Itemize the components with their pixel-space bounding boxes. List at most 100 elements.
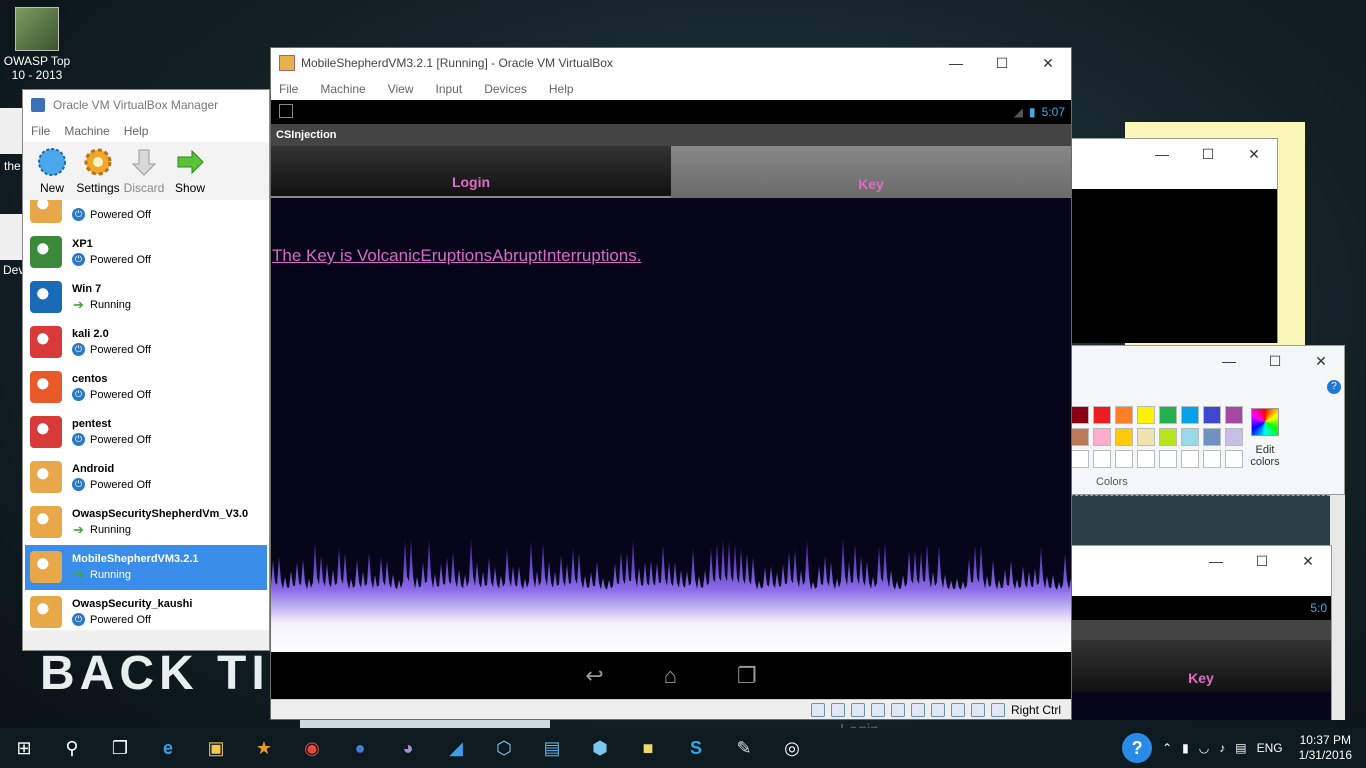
settings-button[interactable]: Settings [75, 142, 121, 200]
battery-icon[interactable]: ▮ [1182, 741, 1189, 755]
notification-icon[interactable]: ▤ [1235, 741, 1246, 755]
vm-window[interactable]: MobileShepherdVM3.2.1 [Running] - Oracle… [270, 47, 1072, 720]
menu-help[interactable]: Help [549, 82, 574, 96]
hard-disk-icon[interactable] [810, 702, 825, 717]
help-icon[interactable]: ? [1122, 733, 1153, 763]
discard-arrow-icon [128, 146, 160, 178]
menu-file[interactable]: File [279, 82, 298, 96]
shared-folders-icon[interactable] [890, 702, 905, 717]
file-explorer-icon[interactable]: ▣ [192, 728, 240, 768]
vm-list-item[interactable]: Android ⏻ Powered Off [25, 455, 267, 500]
task-view-icon[interactable]: ❐ [96, 728, 144, 768]
vm-name: OwaspSecurityShepherdVm_V3.0 [72, 508, 249, 520]
menu-machine[interactable]: Machine [64, 124, 109, 138]
menu-input[interactable]: Input [436, 82, 463, 96]
close-icon[interactable]: ✕ [1025, 48, 1071, 78]
background-emulator-window[interactable]: — ☐ ✕ 5:0 Key [1070, 545, 1332, 720]
volume-icon[interactable]: ♪ [1219, 741, 1225, 755]
minimize-icon[interactable]: — [1139, 139, 1185, 169]
close-icon[interactable]: ✕ [1298, 346, 1344, 376]
desktop-icon-owasp[interactable]: OWASP Top 10 - 2013 [0, 0, 74, 82]
vm-list[interactable]: ⏻ Powered Off XP1 ⏻ Powered Off Win 7 ➔ Running… [23, 200, 269, 630]
clock[interactable]: 10:37 PM 1/31/2016 [1299, 733, 1352, 763]
minimize-icon[interactable]: — [1193, 546, 1239, 576]
home-icon[interactable]: ⌂ [664, 663, 677, 689]
desktop-icon-label: OWASP Top 10 - 2013 [3, 54, 71, 82]
tab-key[interactable]: Key [671, 146, 1071, 198]
paint-icon[interactable]: ✎ [720, 728, 768, 768]
app-icon[interactable]: ▤ [528, 728, 576, 768]
vm-list-item[interactable]: Win 7 ➔ Running [25, 275, 267, 320]
maximize-icon[interactable]: ☐ [1252, 346, 1298, 376]
edge-icon[interactable]: e [144, 728, 192, 768]
network-icon[interactable] [850, 702, 865, 717]
minimize-icon[interactable]: — [1206, 346, 1252, 376]
tab-login[interactable]: Login [271, 146, 671, 198]
chrome-icon[interactable]: ◉ [288, 728, 336, 768]
android-screen [1071, 692, 1331, 720]
menu-help[interactable]: Help [124, 124, 149, 138]
recent-apps-icon[interactable]: ❐ [737, 663, 757, 689]
folder-icon[interactable]: ■ [624, 728, 672, 768]
vm-name: OwaspSecurity_kaushi [72, 598, 193, 610]
language-indicator[interactable]: ENG [1257, 741, 1283, 755]
app-icon[interactable]: ◕ [384, 728, 432, 768]
chevron-up-icon[interactable]: ⌃ [1162, 741, 1172, 755]
start-windows-icon[interactable]: ⊞ [0, 728, 48, 768]
wifi-icon[interactable]: ◡ [1199, 741, 1209, 755]
display-icon[interactable] [910, 702, 925, 717]
close-icon[interactable]: ✕ [1285, 546, 1331, 576]
maximize-icon[interactable]: ☐ [1239, 546, 1285, 576]
vm-status-text: Powered Off [90, 478, 151, 491]
background-window[interactable]: — ☐ ✕ [1070, 138, 1278, 343]
mouse-integration-icon[interactable] [970, 702, 985, 717]
discard-button[interactable]: Discard [121, 142, 167, 200]
app-icon[interactable]: ⬡ [480, 728, 528, 768]
show-button[interactable]: Show [167, 142, 213, 200]
app-icon[interactable]: ● [336, 728, 384, 768]
virtualbox-manager-window[interactable]: Oracle VM VirtualBox Manager File Machin… [22, 89, 270, 651]
desktop-icon-partial[interactable] [0, 108, 22, 154]
vm-list-item[interactable]: XP1 ⏻ Powered Off [25, 230, 267, 275]
search-icon[interactable]: ⚲ [48, 728, 96, 768]
menu-devices[interactable]: Devices [484, 82, 527, 96]
menu-machine[interactable]: Machine [320, 82, 365, 96]
maximize-icon[interactable]: ☐ [1185, 139, 1231, 169]
menu-file[interactable]: File [31, 124, 50, 138]
vm-list-item[interactable]: centos ⏻ Powered Off [25, 365, 267, 410]
virtualization-icon[interactable] [950, 702, 965, 717]
maximize-icon[interactable]: ☐ [979, 48, 1025, 78]
vm-list-item[interactable]: MobileShepherdVM3.2.1 ➔ Running [25, 545, 267, 590]
app-icon[interactable]: ◢ [432, 728, 480, 768]
android-screen[interactable]: ◢ ▮ 5:07 CSInjection Login Key The Key i… [271, 100, 1071, 700]
optical-drive-icon[interactable] [830, 702, 845, 717]
paint-window[interactable]: — ☐ ✕ ? Edit colors Colors [1070, 345, 1345, 495]
vm-list-item[interactable]: kali 2.0 ⏻ Powered Off [25, 320, 267, 365]
vm-list-item[interactable]: OwaspSecurityShepherdVm_V3.0 ➔ Running [25, 500, 267, 545]
color-palette[interactable] [1071, 406, 1243, 468]
new-button[interactable]: New [29, 142, 75, 200]
keyboard-capture-icon[interactable] [990, 702, 1005, 717]
desktop-icon-partial[interactable] [0, 214, 22, 260]
scrollbar[interactable] [1330, 495, 1345, 720]
vm-list-item[interactable]: OwaspSecurity_kaushi ⏻ Powered Off [25, 590, 267, 630]
android-status-bar: ◢ ▮ 5:07 [271, 100, 1071, 124]
paint-canvas[interactable] [1070, 495, 1345, 545]
menu-view[interactable]: View [388, 82, 414, 96]
vm-list-item[interactable]: pentest ⏻ Powered Off [25, 410, 267, 455]
usb-icon[interactable] [870, 702, 885, 717]
close-icon[interactable]: ✕ [1231, 139, 1277, 169]
virtualbox-icon[interactable]: ⬢ [576, 728, 624, 768]
minimize-icon[interactable]: — [933, 48, 979, 78]
app-icon[interactable]: ◎ [768, 728, 816, 768]
vm-os-icon [30, 281, 62, 313]
help-icon[interactable]: ? [1327, 380, 1341, 394]
back-icon[interactable]: ↩ [585, 663, 603, 689]
video-capture-icon[interactable] [930, 702, 945, 717]
skype-icon[interactable]: S [672, 728, 720, 768]
tab-key[interactable]: Key [1071, 640, 1331, 692]
edit-colors-icon[interactable] [1251, 408, 1279, 436]
app-icon[interactable]: ★ [240, 728, 288, 768]
key-text[interactable]: The Key is VolcanicEruptionsAbruptInterr… [272, 246, 641, 266]
vm-list-item[interactable]: ⏻ Powered Off [25, 200, 267, 230]
